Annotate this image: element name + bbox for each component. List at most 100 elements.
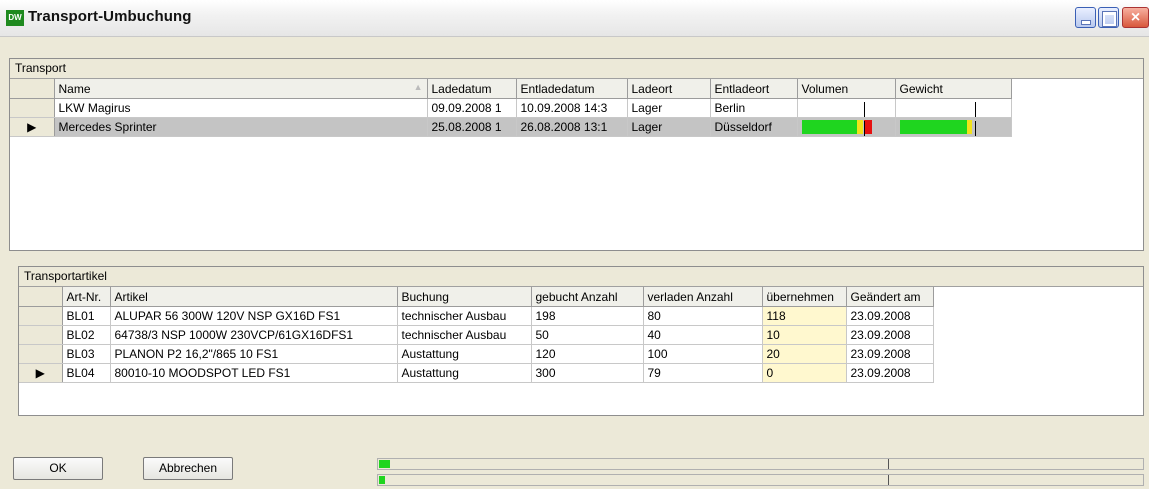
row-selector[interactable] [19,325,63,345]
volumen-bar [801,120,891,136]
transport-row[interactable]: ▶ Mercedes Sprinter 25.08.2008 1 26.08.2008… [10,117,1020,137]
column-header-uebernehmen[interactable]: übernehmen [762,287,847,307]
cell-geaendert[interactable]: 23.09.2008 [846,363,934,383]
cell-verladen[interactable]: 80 [643,306,763,326]
cell-artnr[interactable]: BL01 [62,306,111,326]
cell-artikel[interactable]: ALUPAR 56 300W 120V NSP GX16D FS1 [110,306,398,326]
progress-fill [379,460,390,468]
column-header-entladeort[interactable]: Entladeort [710,79,798,99]
cell-artnr[interactable]: BL03 [62,344,111,364]
row-header-corner [10,79,55,99]
cell-volumen-bar[interactable] [797,98,896,118]
cell-verladen[interactable]: 79 [643,363,763,383]
cell-buchung[interactable]: technischer Ausbau [397,325,532,345]
row-selector[interactable] [10,98,55,118]
cell-entladeort[interactable]: Berlin [710,98,798,118]
cell-entladedatum[interactable]: 26.08.2008 13:1 [516,117,628,137]
column-header-name[interactable]: Name ▲ [54,79,428,99]
cell-verladen[interactable]: 100 [643,344,763,364]
column-header-buchung[interactable]: Buchung [397,287,532,307]
cell-geaendert[interactable]: 23.09.2008 [846,325,934,345]
transport-panel: Transport Name ▲ Ladedatum Entladedatum L… [9,58,1144,251]
column-header-volumen[interactable]: Volumen [797,79,896,99]
artikel-panel-title: Transportartikel [19,267,1143,287]
cell-ladedatum[interactable]: 25.08.2008 1 [427,117,517,137]
bar-yellow-segment [967,120,973,134]
cell-name[interactable]: Mercedes Sprinter [54,117,428,137]
bar-green-segment [801,120,858,134]
cell-geaendert[interactable]: 23.09.2008 [846,306,934,326]
cell-gewicht-bar[interactable] [895,117,1012,137]
bar-capacity-marker [974,121,976,136]
cell-artnr[interactable]: BL04 [62,363,111,383]
artikel-row[interactable]: BL02 64738/3 NSP 1000W 230VCP/61GX16DFS1 t… [19,325,934,345]
row-selector[interactable] [19,306,63,326]
cancel-button[interactable]: Abbrechen [143,457,233,480]
cell-gebucht[interactable]: 300 [531,363,644,383]
volumen-bar [802,101,891,117]
cell-artikel[interactable]: 64738/3 NSP 1000W 230VCP/61GX16DFS1 [110,325,398,345]
progress-bar-weight [377,474,1144,486]
cell-uebernehmen[interactable]: 118 [762,306,847,326]
artikel-row[interactable]: ▶ BL04 80010-10 MOODSPOT LED FS1 Austattung… [19,363,934,383]
cell-artikel[interactable]: PLANON P2 16,2"/865 10 FS1 [110,344,398,364]
cell-volumen-bar[interactable] [797,117,896,137]
bar-capacity-marker [863,121,865,136]
cell-entladedatum[interactable]: 10.09.2008 14:3 [516,98,628,118]
cell-gebucht[interactable]: 50 [531,325,644,345]
cell-buchung[interactable]: Austattung [397,363,532,383]
transport-panel-title: Transport [10,59,1143,79]
column-header-artnr[interactable]: Art-Nr. [62,287,111,307]
column-header-artikel[interactable]: Artikel [110,287,398,307]
title-bar[interactable]: DW Transport-Umbuchung × [0,0,1149,37]
progress-marker [888,475,889,485]
cell-geaendert[interactable]: 23.09.2008 [846,344,934,364]
cell-verladen[interactable]: 40 [643,325,763,345]
column-header-verladen-anzahl[interactable]: verladen Anzahl [643,287,763,307]
artikel-row[interactable]: BL03 PLANON P2 16,2"/865 10 FS1 Austattung… [19,344,934,364]
bar-red-segment [863,120,873,134]
cell-name[interactable]: LKW Magirus [54,98,428,118]
row-selector[interactable]: ▶ [19,363,63,383]
cell-buchung[interactable]: Austattung [397,344,532,364]
row-selector[interactable] [19,344,63,364]
column-header-gewicht[interactable]: Gewicht [895,79,1012,99]
progress-fill [379,476,385,484]
cell-uebernehmen[interactable]: 10 [762,325,847,345]
minimize-button[interactable] [1075,7,1096,28]
cell-ladeort[interactable]: Lager [627,98,711,118]
cell-ladeort[interactable]: Lager [627,117,711,137]
column-header-geaendert-am[interactable]: Geändert am [846,287,934,307]
row-selector[interactable]: ▶ [10,117,55,137]
column-header-ladeort[interactable]: Ladeort [627,79,711,99]
cell-buchung[interactable]: technischer Ausbau [397,306,532,326]
cell-artnr[interactable]: BL02 [62,325,111,345]
cell-ladedatum[interactable]: 09.09.2008 1 [427,98,517,118]
gewicht-bar [900,101,1007,117]
cell-gewicht-bar[interactable] [895,98,1012,118]
window-title: Transport-Umbuchung [28,8,192,25]
artikel-grid[interactable]: Art-Nr. Artikel Buchung gebucht Anzahl v… [19,287,934,383]
close-icon: × [1130,9,1141,26]
column-header-gebucht-anzahl[interactable]: gebucht Anzahl [531,287,644,307]
cell-uebernehmen[interactable]: 0 [762,363,847,383]
bar-green-segment [899,120,967,134]
cell-uebernehmen[interactable]: 20 [762,344,847,364]
transport-row[interactable]: LKW Magirus 09.09.2008 1 10.09.2008 14:3 La… [10,98,1020,118]
cell-artikel[interactable]: 80010-10 MOODSPOT LED FS1 [110,363,398,383]
bar-capacity-marker [863,102,865,117]
bar-capacity-marker [974,102,976,117]
column-header-ladedatum[interactable]: Ladedatum [427,79,517,99]
transport-grid[interactable]: Name ▲ Ladedatum Entladedatum Ladeort Ent… [10,79,1020,137]
cell-entladeort[interactable]: Düsseldorf [710,117,798,137]
artikel-row[interactable]: BL01 ALUPAR 56 300W 120V NSP GX16D FS1 tec… [19,306,934,326]
cell-gebucht[interactable]: 198 [531,306,644,326]
column-header-entladedatum[interactable]: Entladedatum [516,79,628,99]
current-row-icon: ▶ [35,366,45,380]
cell-gebucht[interactable]: 120 [531,344,644,364]
close-button[interactable]: × [1122,7,1149,28]
progress-bar-volume [377,458,1144,470]
current-row-icon: ▶ [27,120,37,134]
ok-button[interactable]: OK [13,457,103,480]
maximize-button[interactable] [1098,7,1119,28]
